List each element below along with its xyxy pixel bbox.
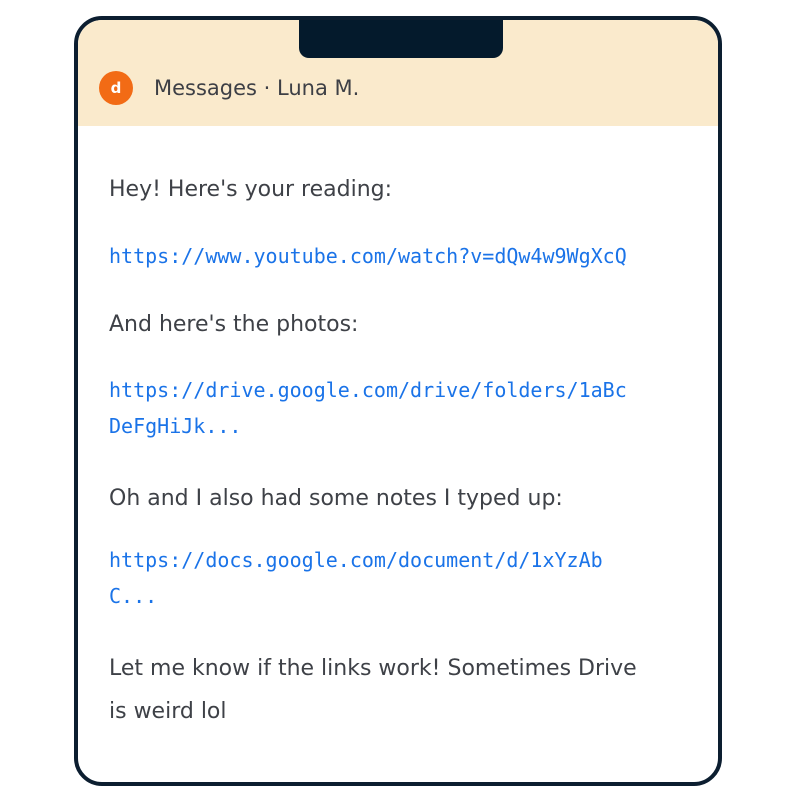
conversation-title: Messages · Luna M. — [154, 76, 360, 100]
message-text: Hey! Here's your reading: — [109, 177, 393, 202]
youtube-link[interactable]: https://www.youtube.com/watch?v=dQw4w9Wg… — [109, 238, 627, 274]
message-text: Let me know if the links work! Sometimes… — [109, 656, 637, 681]
docs-link[interactable]: https://docs.google.com/document/d/1xYzA… — [109, 542, 603, 614]
link-text: DeFgHiJk... — [109, 414, 242, 438]
phone-frame: d Messages · Luna M. Hey! Here's your re… — [74, 16, 722, 786]
drive-link[interactable]: https://drive.google.com/drive/folders/1… — [109, 372, 627, 444]
message-text: And here's the photos: — [109, 312, 359, 337]
link-text: https://drive.google.com/drive/folders/1… — [109, 378, 627, 402]
link-text: https://docs.google.com/document/d/1xYzA… — [109, 548, 603, 572]
link-text: C... — [109, 584, 158, 608]
phone-notch — [299, 20, 503, 58]
message-text: Oh and I also had some notes I typed up: — [109, 486, 563, 511]
avatar[interactable]: d — [99, 71, 133, 105]
link-text: https://www.youtube.com/watch?v=dQw4w9Wg… — [109, 244, 627, 268]
message-text-block: Let me know if the links work! Sometimes… — [109, 647, 637, 733]
message-text: is weird lol — [109, 699, 227, 724]
